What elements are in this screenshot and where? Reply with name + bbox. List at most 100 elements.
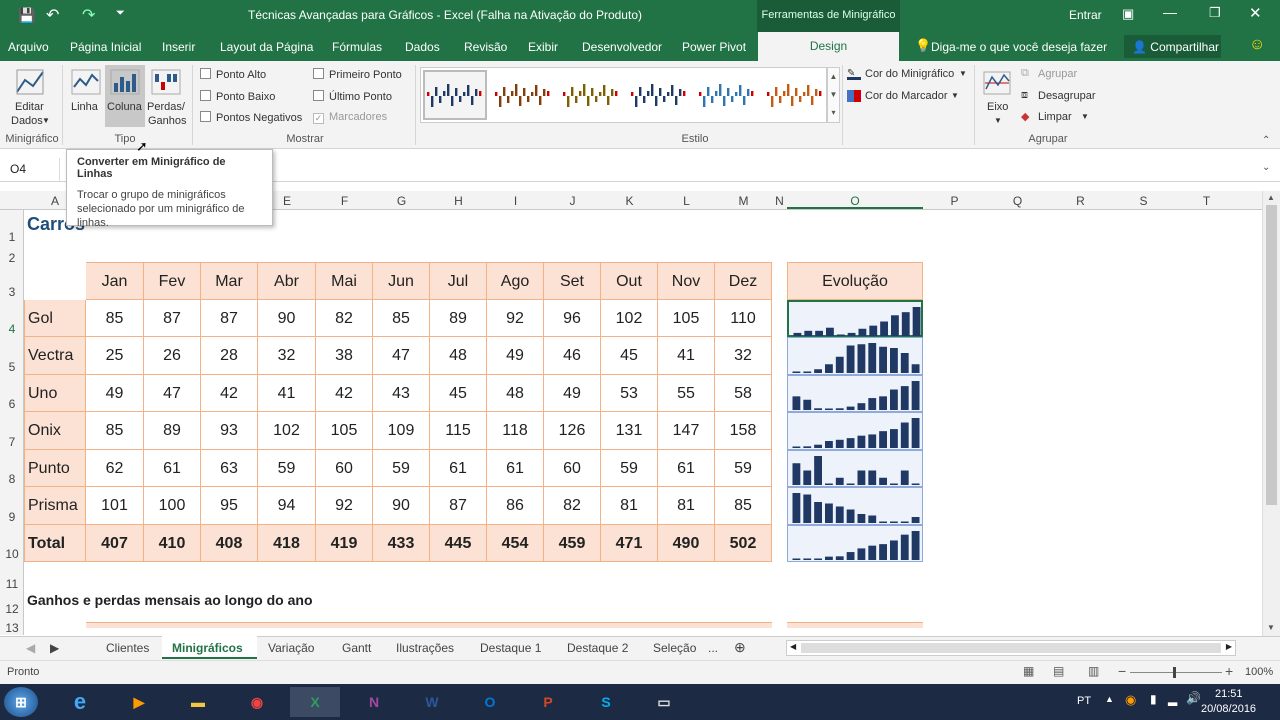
data-cell[interactable]: 92 <box>487 300 544 337</box>
onenote-icon[interactable]: N <box>352 687 396 717</box>
data-cell[interactable]: 110 <box>715 300 772 337</box>
column-header[interactable]: L <box>658 194 715 208</box>
excel-icon[interactable]: X <box>290 687 340 717</box>
data-cell[interactable]: 53 <box>601 375 658 412</box>
column-header[interactable]: Q <box>986 194 1049 208</box>
column-header[interactable]: G <box>373 194 430 208</box>
vertical-scrollbar[interactable]: ▲ ▼ <box>1262 191 1280 636</box>
restore-icon[interactable]: ❐ <box>1209 5 1221 21</box>
row-header[interactable]: 9 <box>0 487 24 525</box>
data-cell[interactable]: 105 <box>658 300 715 337</box>
row-header[interactable]: 13 <box>0 614 24 635</box>
sparkline-cell[interactable] <box>787 412 923 450</box>
data-cell[interactable]: 42 <box>201 375 258 412</box>
data-cell[interactable]: 93 <box>201 412 258 450</box>
edit-data-label[interactable]: Editar <box>15 101 44 113</box>
chrome-icon[interactable]: ◉ <box>235 687 279 717</box>
data-cell[interactable]: 433 <box>373 525 430 562</box>
row-label[interactable]: Prisma <box>24 487 86 525</box>
column-header[interactable]: R <box>1049 194 1112 208</box>
tab-dados[interactable]: Dados <box>405 40 440 54</box>
ungroup-button[interactable]: Desagrupar <box>1038 90 1095 102</box>
low-point-checkbox[interactable]: Ponto Baixo <box>200 90 275 103</box>
data-cell[interactable]: 87 <box>201 300 258 337</box>
edit-data-icon[interactable] <box>14 67 46 97</box>
gallery-scroll[interactable]: ▲ ▼ ▾ <box>827 67 840 123</box>
data-cell[interactable]: 47 <box>373 337 430 375</box>
worksheet-grid[interactable]: Carros Jan Fev Mar Abr Mai Jun Jul Ago Set Out Nov D… <box>24 210 1262 635</box>
row-header[interactable]: 2 <box>0 244 24 265</box>
row-header[interactable]: 7 <box>0 412 24 450</box>
sheet-tab[interactable]: Seleção <box>653 641 696 655</box>
sparkline-cell[interactable] <box>787 487 923 525</box>
high-point-checkbox[interactable]: Ponto Alto <box>200 68 266 81</box>
row-header[interactable]: 1 <box>0 210 24 244</box>
edit-data-label2[interactable]: Dados <box>11 115 43 127</box>
sparkline-cell[interactable] <box>787 525 923 562</box>
data-cell[interactable]: 419 <box>316 525 373 562</box>
data-cell[interactable]: 41 <box>658 337 715 375</box>
data-cell[interactable]: 131 <box>601 412 658 450</box>
style-gallery[interactable] <box>420 67 827 123</box>
zoom-slider[interactable] <box>1130 667 1222 678</box>
sheet-tab[interactable]: Ilustrações <box>396 641 454 655</box>
share-button[interactable]: 👤 Compartilhar <box>1124 35 1221 58</box>
type-winloss-label2[interactable]: Ganhos <box>148 115 187 127</box>
month-header[interactable]: Jul <box>430 262 487 300</box>
data-cell[interactable]: 459 <box>544 525 601 562</box>
column-header[interactable]: N <box>772 194 787 208</box>
sparkline-cell[interactable] <box>787 450 923 487</box>
data-cell[interactable]: 89 <box>430 300 487 337</box>
page-layout-icon[interactable]: ▤ <box>1053 664 1064 678</box>
powerpoint-icon[interactable]: P <box>526 687 570 717</box>
style-thumbnails[interactable] <box>421 68 828 124</box>
column-header[interactable]: H <box>430 194 487 208</box>
data-cell[interactable]: 60 <box>544 450 601 487</box>
data-cell[interactable]: 48 <box>430 337 487 375</box>
data-cell[interactable]: 26 <box>144 337 201 375</box>
screen-recorder-icon[interactable]: ▭ <box>642 687 686 717</box>
month-header[interactable]: Dez <box>715 262 772 300</box>
data-cell[interactable]: 115 <box>430 412 487 450</box>
tab-arquivo[interactable]: Arquivo <box>8 40 49 54</box>
data-cell[interactable]: 42 <box>316 375 373 412</box>
row-label[interactable]: Total <box>24 525 86 562</box>
clock-time[interactable]: 21:51 <box>1215 688 1243 700</box>
sheet-tab[interactable]: ... <box>708 641 718 655</box>
volume-icon[interactable]: 🔊 <box>1186 691 1201 705</box>
data-cell[interactable]: 32 <box>258 337 316 375</box>
marker-color-button[interactable]: Cor do Marcador <box>865 90 948 102</box>
data-cell[interactable]: 81 <box>658 487 715 525</box>
data-cell[interactable]: 49 <box>544 375 601 412</box>
column-header[interactable]: M <box>715 194 772 208</box>
expand-formula-icon[interactable]: ⌄ <box>1262 162 1270 173</box>
outlook-icon[interactable]: O <box>468 687 512 717</box>
data-cell[interactable]: 45 <box>430 375 487 412</box>
start-button-icon[interactable]: ⊞ <box>4 687 38 717</box>
data-cell[interactable]: 82 <box>316 300 373 337</box>
row-label[interactable]: Uno <box>24 375 86 412</box>
column-sparkline-icon[interactable] <box>109 67 141 97</box>
month-header[interactable]: Out <box>601 262 658 300</box>
data-cell[interactable]: 25 <box>86 337 144 375</box>
tray-app-icon[interactable]: ◉ <box>1125 692 1136 708</box>
tab-power-pivot[interactable]: Power Pivot <box>682 40 746 54</box>
month-header[interactable]: Mai <box>316 262 373 300</box>
scroll-thumb[interactable] <box>1266 205 1277 505</box>
tab-formulas[interactable]: Fórmulas <box>332 40 382 54</box>
column-header[interactable]: I <box>487 194 544 208</box>
month-header[interactable]: Jun <box>373 262 430 300</box>
data-cell[interactable]: 62 <box>86 450 144 487</box>
tab-exibir[interactable]: Exibir <box>528 40 558 54</box>
data-cell[interactable]: 89 <box>144 412 201 450</box>
data-cell[interactable]: 502 <box>715 525 772 562</box>
data-cell[interactable]: 90 <box>373 487 430 525</box>
data-cell[interactable]: 55 <box>658 375 715 412</box>
data-cell[interactable]: 85 <box>373 300 430 337</box>
tab-design[interactable]: Design <box>758 32 899 61</box>
data-cell[interactable]: 49 <box>487 337 544 375</box>
section-subtitle[interactable]: Ganhos e perdas mensais ao longo do ano <box>27 592 313 608</box>
row-header[interactable]: 4 <box>0 300 24 337</box>
zoom-level[interactable]: 100% <box>1245 666 1273 678</box>
close-icon[interactable]: ✕ <box>1249 4 1262 22</box>
